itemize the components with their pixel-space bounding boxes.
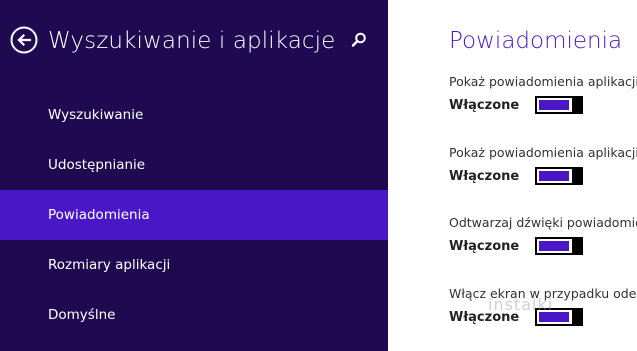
setting-item: Pokaż powiadomienia aplikacji Włączone bbox=[449, 145, 637, 186]
toggle-thumb[interactable] bbox=[572, 96, 583, 114]
notification-toggle[interactable] bbox=[535, 167, 583, 185]
setting-item: Pokaż powiadomienia aplikacji Włączone bbox=[449, 74, 637, 115]
back-button[interactable] bbox=[10, 26, 38, 54]
watermark: instalki bbox=[488, 295, 554, 314]
toggle-state-label: Włączone bbox=[449, 238, 520, 254]
notification-toggle[interactable] bbox=[535, 96, 583, 114]
toggle-thumb[interactable] bbox=[572, 308, 583, 326]
settings-window: Wyszukiwanie i aplikacje Wyszukiwanie Ud… bbox=[0, 0, 637, 351]
back-arrow-circle-icon bbox=[10, 26, 38, 54]
setting-item: Odtwarzaj dźwięki powiadomień Włączone bbox=[449, 215, 637, 256]
nav-item-wyszukiwanie[interactable]: Wyszukiwanie bbox=[0, 90, 388, 140]
nav-item-udostepnianie[interactable]: Udostępnianie bbox=[0, 140, 388, 190]
nav-item-rozmiary-aplikacji[interactable]: Rozmiary aplikacji bbox=[0, 240, 388, 290]
toggle-thumb[interactable] bbox=[572, 167, 583, 185]
toggle-state-label: Włączone bbox=[449, 97, 520, 113]
search-icon bbox=[351, 32, 366, 47]
toggle-fill bbox=[539, 241, 569, 251]
toggle-fill bbox=[539, 100, 569, 110]
nav-item-label: Powiadomienia bbox=[48, 207, 150, 223]
setting-label: Pokaż powiadomienia aplikacji bbox=[449, 74, 637, 89]
setting-label: Pokaż powiadomienia aplikacji bbox=[449, 145, 637, 160]
pane-title: Wyszukiwanie i aplikacje bbox=[48, 28, 336, 54]
search-button[interactable] bbox=[350, 31, 368, 49]
toggle-fill bbox=[539, 171, 569, 181]
section-title: Powiadomienia bbox=[449, 28, 623, 54]
nav-item-label: Wyszukiwanie bbox=[48, 107, 144, 123]
sound-toggle[interactable] bbox=[535, 237, 583, 255]
nav-item-label: Domyślne bbox=[48, 307, 116, 323]
toggle-thumb[interactable] bbox=[572, 237, 583, 255]
left-pane: Wyszukiwanie i aplikacje Wyszukiwanie Ud… bbox=[0, 0, 388, 351]
setting-label: Odtwarzaj dźwięki powiadomień bbox=[449, 215, 637, 230]
toggle-state-label: Włączone bbox=[449, 168, 520, 184]
nav-item-domyslne[interactable]: Domyślne bbox=[0, 290, 388, 340]
nav-item-label: Rozmiary aplikacji bbox=[48, 257, 171, 273]
nav-item-powiadomienia[interactable]: Powiadomienia bbox=[0, 190, 388, 240]
nav-item-label: Udostępnianie bbox=[48, 157, 146, 173]
right-pane: Powiadomienia Pokaż powiadomienia aplika… bbox=[388, 0, 637, 351]
nav-list: Wyszukiwanie Udostępnianie Powiadomienia… bbox=[0, 90, 388, 340]
